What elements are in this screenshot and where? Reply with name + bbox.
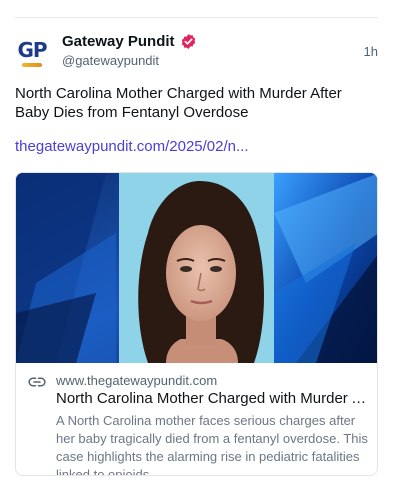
news-photo (16, 173, 377, 363)
author-display-name[interactable]: Gateway Pundit (62, 33, 175, 50)
author-handle[interactable]: @gatewaypundit (62, 53, 159, 68)
avatar-swoosh (22, 63, 42, 67)
card-domain: www.thegatewaypundit.com (56, 373, 218, 388)
post[interactable]: GP Gateway Pundit @gatewaypundit 1h Nort… (0, 18, 393, 500)
verified-badge-icon (181, 34, 195, 49)
post-text: North Carolina Mother Charged with Murde… (15, 85, 342, 121)
card-description: A North Carolina mother faces serious ch… (56, 413, 368, 476)
card-title[interactable]: North Carolina Mother Charged with Murde… (56, 389, 368, 408)
card-image[interactable] (16, 173, 377, 363)
link-preview-card[interactable]: www.thegatewaypundit.com North Carolina … (15, 172, 378, 476)
avatar[interactable]: GP (14, 34, 50, 70)
post-time[interactable]: 1h (364, 44, 378, 59)
post-link[interactable]: thegatewaypundit.com/2025/02/n... (15, 138, 249, 155)
card-body[interactable]: www.thegatewaypundit.com North Carolina … (16, 363, 377, 476)
author-row: Gateway Pundit (62, 33, 197, 50)
avatar-logo-text: GP (17, 38, 47, 62)
link-icon (28, 377, 46, 387)
